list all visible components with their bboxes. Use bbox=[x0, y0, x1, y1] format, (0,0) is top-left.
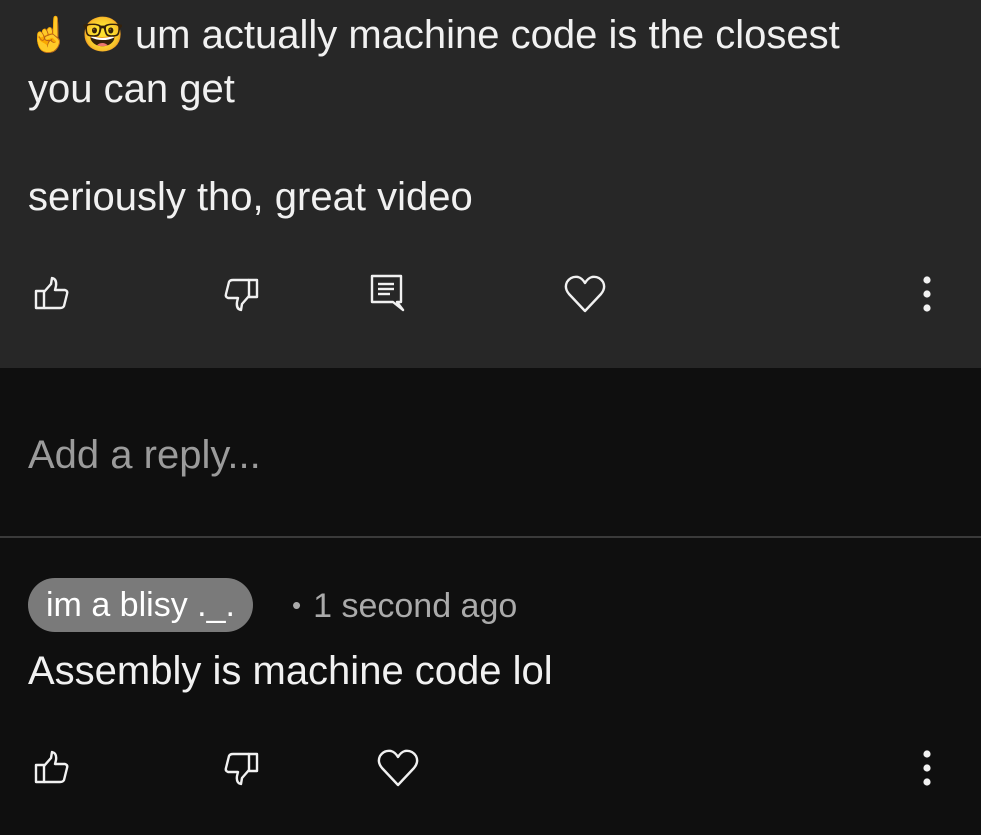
more-button[interactable] bbox=[897, 264, 957, 324]
reply-dislike-button[interactable] bbox=[212, 738, 272, 798]
reply-timestamp: 1 second ago bbox=[313, 587, 518, 625]
more-vertical-icon bbox=[923, 750, 931, 786]
comment-line-1: ☝️ 🤓 um actually machine code is the clo… bbox=[28, 8, 958, 62]
thumbs-down-icon bbox=[224, 752, 259, 786]
heart-icon bbox=[564, 275, 606, 313]
reply-button[interactable] bbox=[357, 264, 417, 324]
reply-meta: • 1 second ago bbox=[292, 578, 517, 632]
comment-blank-line bbox=[28, 116, 958, 170]
heart-icon bbox=[377, 749, 419, 787]
meta-separator: • bbox=[292, 590, 302, 620]
reply-more-button[interactable] bbox=[897, 738, 957, 798]
pointing-up-emoji: ☝️ bbox=[28, 15, 71, 55]
like-button[interactable] bbox=[21, 264, 81, 324]
comments-page: ☝️ 🤓 um actually machine code is the clo… bbox=[0, 0, 981, 835]
comment-line-3: seriously tho, great video bbox=[28, 175, 473, 219]
comment-actions bbox=[0, 264, 981, 324]
comment-line-1-text: um actually machine code is the closest bbox=[134, 13, 840, 57]
thumbs-down-icon bbox=[224, 278, 259, 312]
highlighted-comment: ☝️ 🤓 um actually machine code is the clo… bbox=[0, 0, 981, 368]
thumbs-up-icon bbox=[34, 276, 69, 310]
dislike-button[interactable] bbox=[212, 264, 272, 324]
reply-like-button[interactable] bbox=[21, 738, 81, 798]
reply-heart-button[interactable] bbox=[368, 738, 428, 798]
comment-icon bbox=[370, 274, 405, 312]
add-reply-input[interactable] bbox=[28, 420, 928, 490]
more-vertical-icon bbox=[923, 276, 931, 312]
nerd-face-emoji: 🤓 bbox=[81, 15, 124, 55]
reply-author-chip[interactable]: im a blisy ._. bbox=[28, 578, 253, 632]
thumbs-up-icon bbox=[34, 750, 69, 784]
comment-body: ☝️ 🤓 um actually machine code is the clo… bbox=[28, 8, 958, 224]
reply-body: Assembly is machine code lol bbox=[28, 649, 553, 693]
heart-button[interactable] bbox=[555, 264, 615, 324]
divider bbox=[0, 536, 981, 538]
comment-line-2: you can get bbox=[28, 67, 235, 111]
reply-actions bbox=[0, 738, 981, 798]
